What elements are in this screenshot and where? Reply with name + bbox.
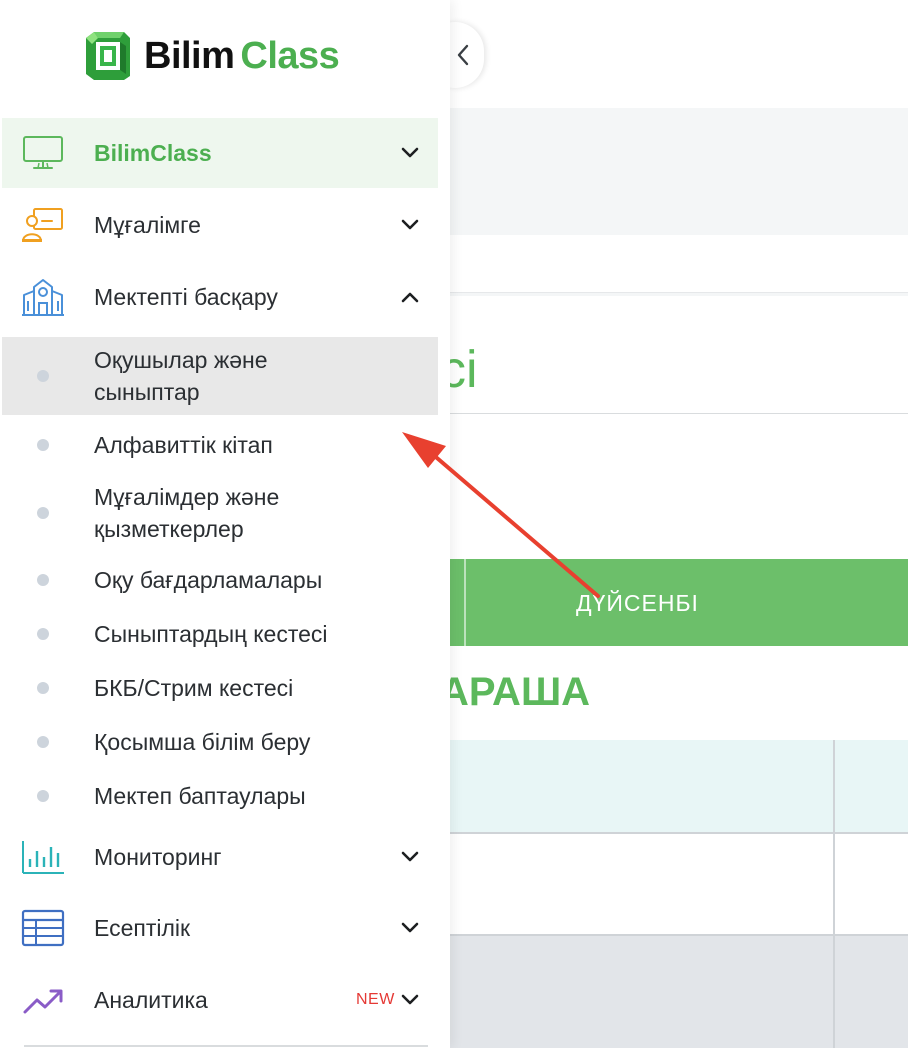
chevron-down-icon: [401, 147, 419, 158]
sidebar-subitem-label: Қосымша білім беру: [94, 729, 311, 755]
chevron-up-icon: [401, 292, 419, 303]
table-column-divider: [833, 740, 835, 1048]
chevron-down-icon: [401, 219, 419, 230]
day-header-separator: [464, 559, 466, 646]
sidebar-subitem-school-settings[interactable]: Мектеп баптаулары: [2, 771, 438, 821]
sidebar-subitem-label: БКБ/Стрим кестесі: [94, 675, 294, 701]
chevron-left-icon: [457, 44, 469, 66]
sidebar-subitem-label: Сыныптардың кестесі: [94, 621, 328, 647]
sidebar-subitem-stream-schedule[interactable]: БКБ/Стрим кестесі: [2, 663, 438, 713]
bullet-dot: [37, 628, 49, 640]
teacher-board-icon: [20, 205, 66, 245]
sidebar-item-label: Мұғалімге: [94, 211, 201, 238]
sidebar-item-label: Мектепті басқару: [94, 283, 278, 310]
sidebar-subitem-label: Оқу бағдарламалары: [94, 567, 323, 593]
sidebar-item-analytics[interactable]: Аналитика NEW: [2, 965, 438, 1035]
chevron-down-icon: [401, 922, 419, 933]
chevron-down-icon: [401, 994, 419, 1005]
table-grid-icon: [20, 908, 66, 948]
sidebar-item-label: Мониторинг: [94, 843, 222, 870]
bullet-dot: [37, 439, 49, 451]
bar-chart-icon: [20, 837, 66, 877]
sidebar-subitem-label: Оқушылар және сыныптар: [94, 347, 268, 405]
bullet-dot: [37, 736, 49, 748]
sidebar-subitem-additional-education[interactable]: Қосымша білім беру: [2, 717, 438, 767]
bullet-dot: [37, 507, 49, 519]
bilimclass-logo-icon: [86, 32, 130, 80]
brand-logo[interactable]: Bilim Class: [84, 28, 340, 84]
sidebar-item-label: Аналитика: [94, 986, 208, 1013]
sidebar-subitem-students-classes[interactable]: Оқушылар және сыныптар: [2, 337, 438, 415]
day-header-monday[interactable]: ДҮЙСЕНБІ: [576, 590, 699, 617]
sidebar-subitem-label: Мұғалімдер және қызметкерлер: [94, 484, 280, 542]
sidebar-item-school-management[interactable]: Мектепті басқару: [2, 262, 438, 332]
bullet-dot: [37, 574, 49, 586]
bullet-dot: [37, 790, 49, 802]
sidebar-subitem-label: Алфавиттік кітап: [94, 432, 273, 458]
table-row: [440, 740, 908, 834]
schedule-heading-fragment: АРАША: [440, 670, 591, 714]
sidebar-subitem-teachers-staff[interactable]: Мұғалімдер және қызметкерлер: [2, 474, 438, 552]
table-row: [440, 834, 908, 936]
table-row: [440, 936, 908, 1048]
sidebar-item-label: BilimClass: [94, 139, 212, 166]
monitor-icon: [20, 133, 66, 173]
chevron-down-icon: [401, 851, 419, 862]
trend-up-icon: [20, 980, 66, 1020]
sidebar-item-monitoring[interactable]: Мониторинг: [2, 822, 438, 892]
sidebar-subitem-label: Мектеп баптаулары: [94, 783, 306, 809]
sidebar: Bilim Class BilimClass Мұғалімге Мектепт…: [0, 0, 450, 1048]
sidebar-item-reporting[interactable]: Есептілік: [2, 893, 438, 963]
sidebar-item-bilimclass[interactable]: BilimClass: [2, 118, 438, 188]
sidebar-divider: [24, 1045, 428, 1047]
brand-name-bilim: Bilim: [144, 34, 235, 77]
sidebar-item-label: Есептілік: [94, 914, 191, 941]
bullet-dot: [37, 370, 49, 382]
new-badge: NEW: [356, 991, 395, 1008]
sidebar-item-teacher[interactable]: Мұғалімге: [2, 190, 438, 260]
bullet-dot: [37, 682, 49, 694]
sidebar-subitem-alphabet-book[interactable]: Алфавиттік кітап: [2, 420, 438, 470]
brand-name-class: Class: [240, 34, 340, 77]
divider: [440, 413, 908, 414]
school-building-icon: [20, 277, 66, 317]
sidebar-subitem-class-schedule[interactable]: Сыныптардың кестесі: [2, 609, 438, 659]
sidebar-subitem-curricula[interactable]: Оқу бағдарламалары: [2, 555, 438, 605]
